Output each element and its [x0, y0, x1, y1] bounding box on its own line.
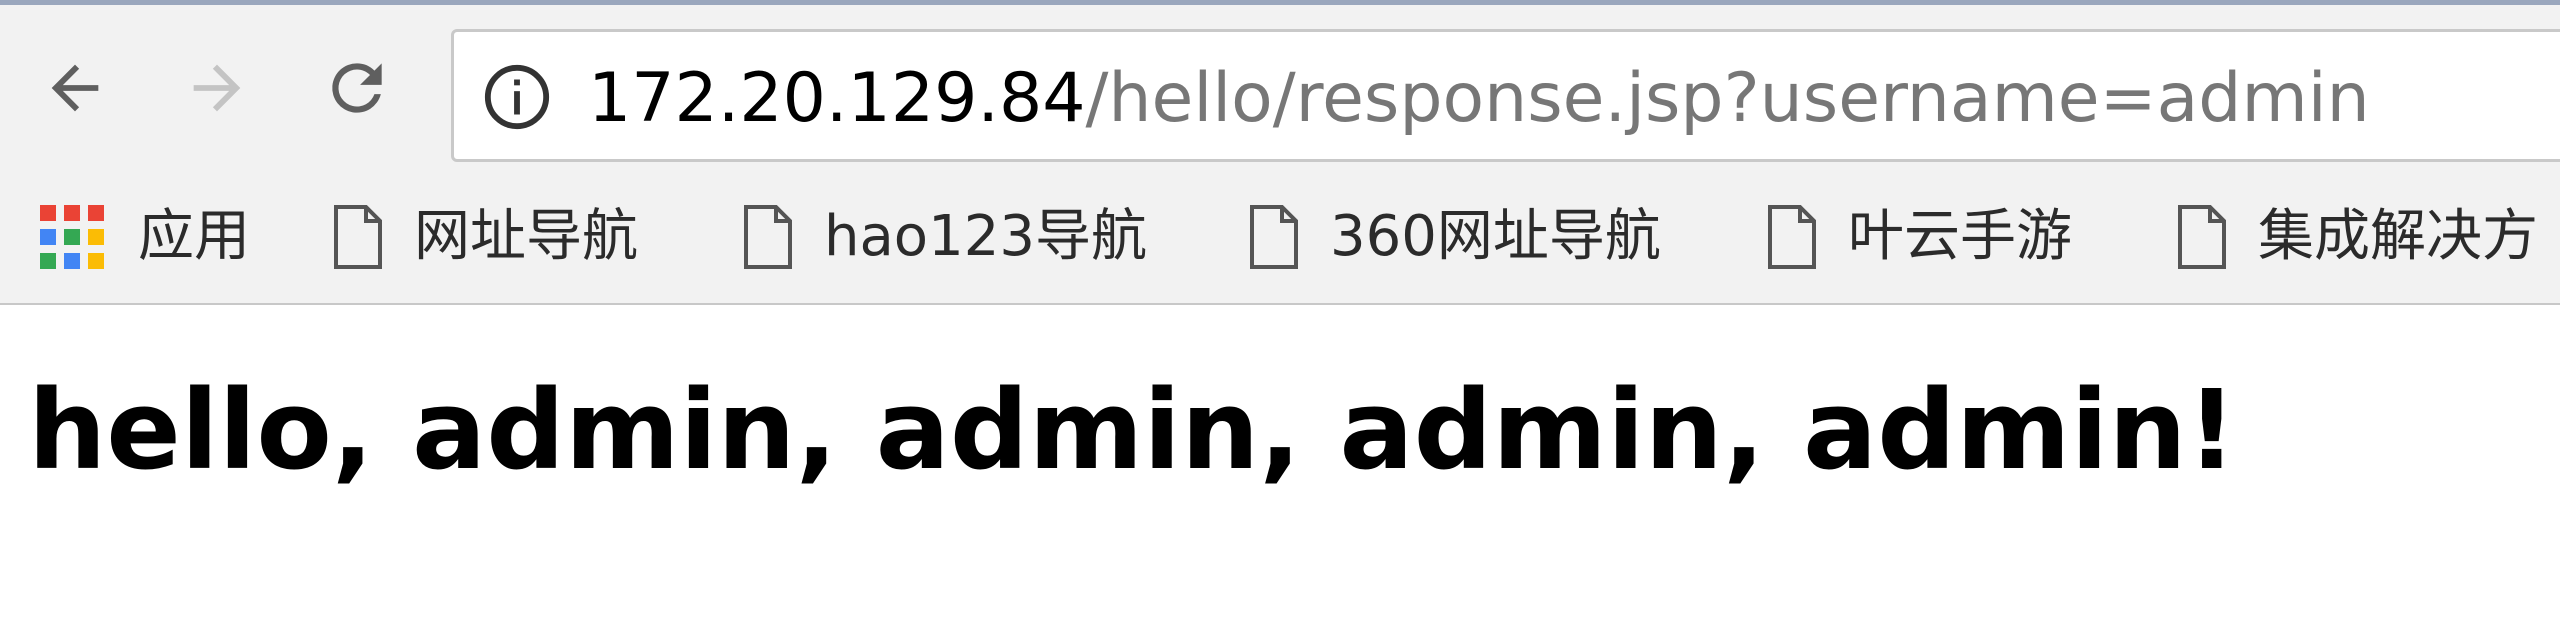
bookmark-item[interactable]: 集成解决方: [2176, 197, 2538, 277]
back-button[interactable]: [30, 43, 120, 133]
url-text[interactable]: 172.20.129.84/hello/response.jsp?usernam…: [588, 54, 2370, 144]
forward-button[interactable]: [172, 43, 262, 133]
arrow-left-icon: [51, 64, 99, 112]
info-icon[interactable]: [482, 62, 552, 132]
bookmark-item[interactable]: 网址导航: [332, 197, 638, 277]
url-host: 172.20.129.84: [588, 59, 1086, 138]
page-icon: [1768, 205, 1816, 269]
page-icon: [1250, 205, 1298, 269]
bookmark-label: 集成解决方: [2258, 204, 2538, 269]
reload-button[interactable]: [312, 43, 402, 133]
bookmark-item[interactable]: hao123导航: [742, 197, 1147, 277]
bookmark-label: 应用: [138, 204, 250, 269]
bookmark-item[interactable]: 叶云手游: [1766, 197, 2072, 277]
page-icon: [2178, 205, 2226, 269]
bookmark-label: hao123导航: [824, 204, 1147, 269]
bookmarks-bar: 应用 网址导航 hao123导航 360网址导航 叶云手游 集成解决方: [0, 175, 2560, 305]
page-icon: [744, 205, 792, 269]
browser-toolbar: 172.20.129.84/hello/response.jsp?usernam…: [0, 5, 2560, 175]
reload-icon: [332, 63, 382, 113]
bookmark-apps[interactable]: 应用: [36, 197, 250, 277]
url-path: /hello/response.jsp?username=admin: [1085, 59, 2370, 138]
bookmark-label: 叶云手游: [1848, 204, 2072, 269]
page-heading: hello, admin, admin, admin, admin!: [28, 366, 2237, 494]
apps-grid-icon: [40, 205, 104, 269]
page-icon: [334, 205, 382, 269]
bookmark-label: 360网址导航: [1330, 204, 1661, 269]
bookmark-item[interactable]: 360网址导航: [1248, 197, 1661, 277]
address-bar[interactable]: 172.20.129.84/hello/response.jsp?usernam…: [451, 29, 2560, 162]
bookmark-label: 网址导航: [414, 204, 638, 269]
arrow-right-icon: [193, 64, 241, 112]
